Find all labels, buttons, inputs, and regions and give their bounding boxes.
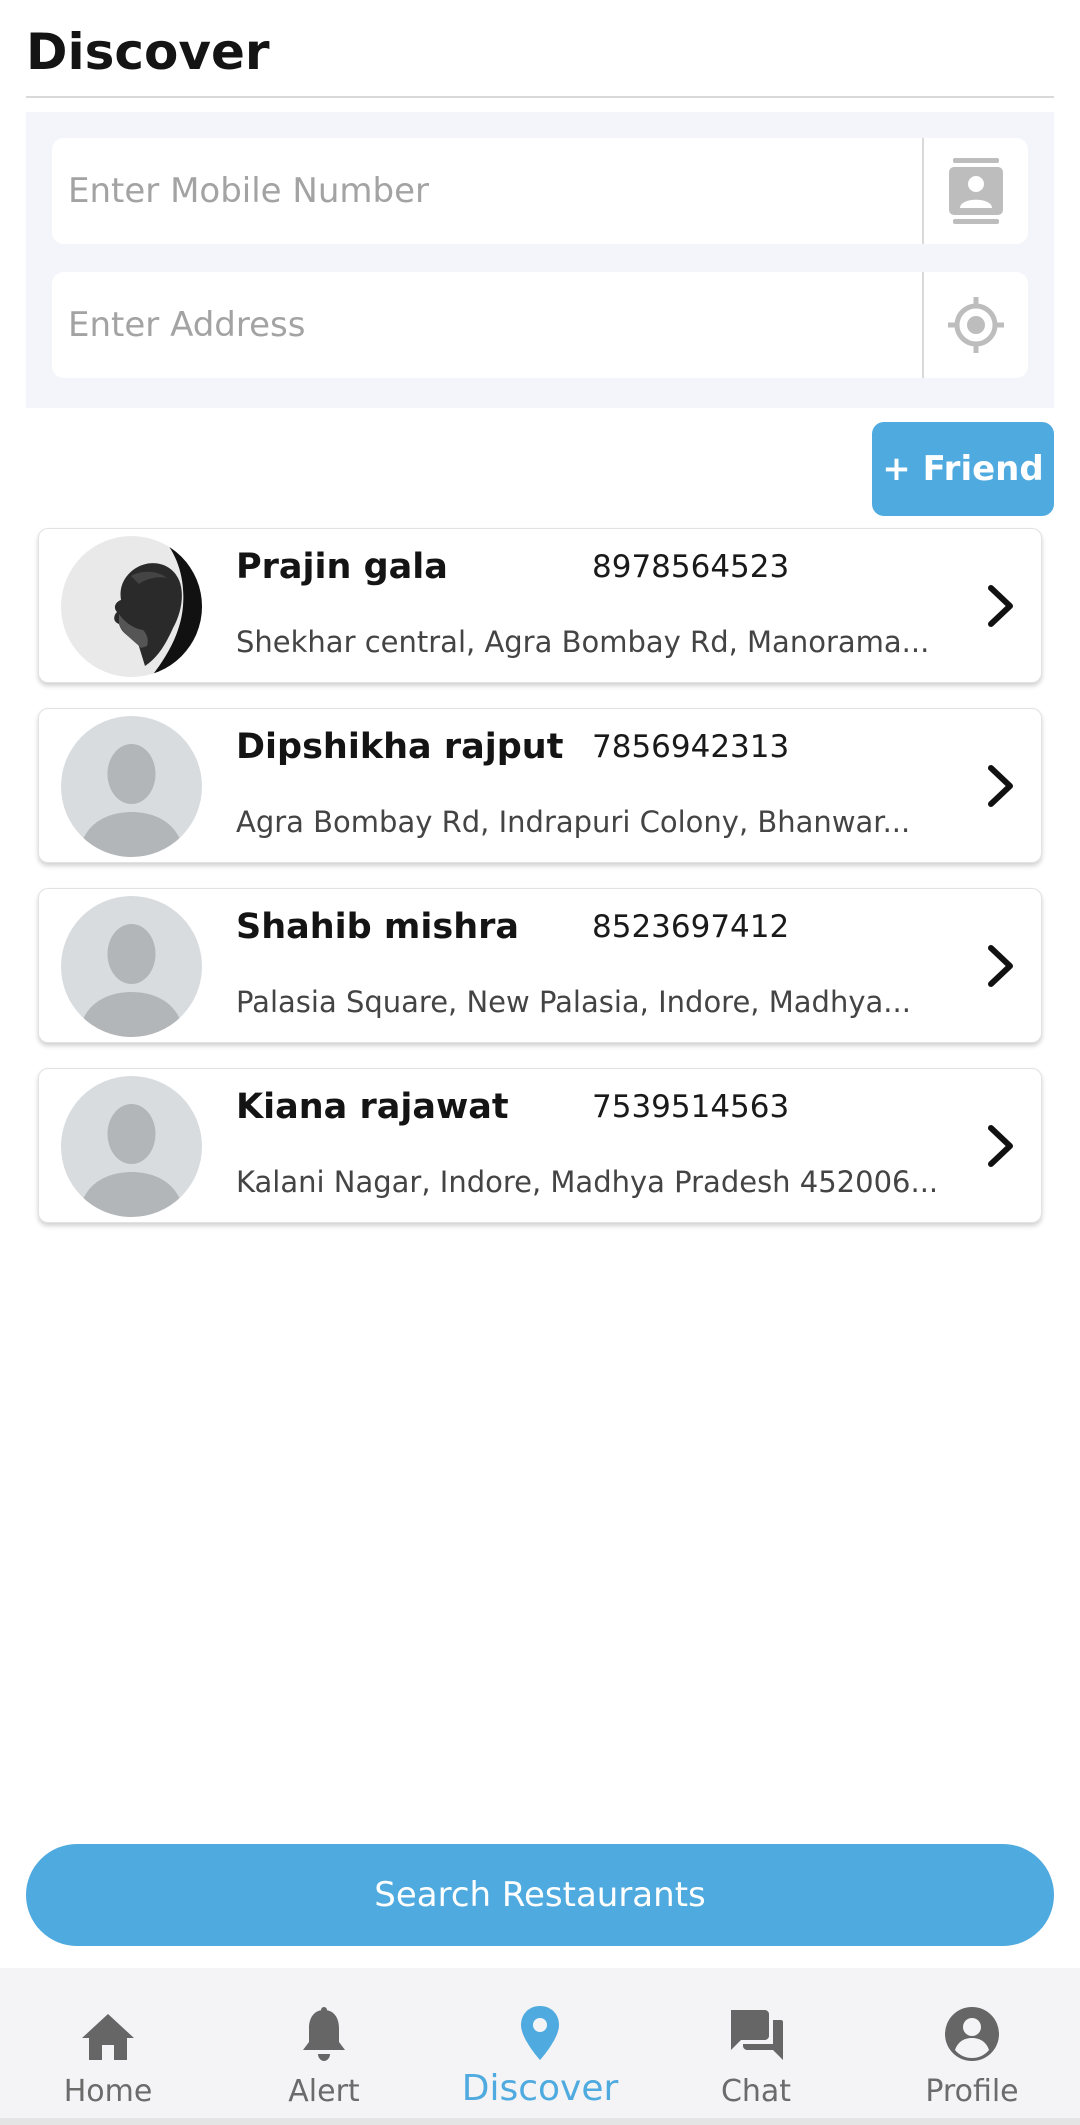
mobile-number-input[interactable] xyxy=(52,138,922,244)
page-title: Discover xyxy=(26,23,270,81)
tab-label: Discover xyxy=(461,2068,619,2109)
tab-chat[interactable]: Chat xyxy=(648,1968,864,2118)
contacts-button[interactable] xyxy=(922,138,1028,244)
tab-label: Profile xyxy=(925,2074,1019,2109)
chevron-right-icon xyxy=(979,939,1023,993)
default-avatar-icon xyxy=(61,716,202,857)
profile-icon xyxy=(945,2007,999,2061)
friend-card[interactable]: Kiana rajawat 7539514563 Kalani Nagar, I… xyxy=(38,1068,1042,1223)
friend-address: Shekhar central, Agra Bombay Rd, Manoram… xyxy=(236,625,930,659)
add-friend-button[interactable]: + Friend xyxy=(872,422,1054,516)
friend-card[interactable]: Prajin gala 8978564523 Shekhar central, … xyxy=(38,528,1042,683)
profile-photo xyxy=(61,536,202,677)
bell-icon xyxy=(303,2007,345,2061)
chat-icon xyxy=(731,2010,783,2060)
chevron-right-icon xyxy=(979,759,1023,813)
friend-address: Kalani Nagar, Indore, Madhya Pradesh 452… xyxy=(236,1165,939,1199)
bottom-divider xyxy=(0,2118,1080,2125)
search-panel xyxy=(26,112,1054,408)
avatar xyxy=(61,536,202,677)
contact-book-icon xyxy=(949,158,1003,224)
avatar xyxy=(61,716,202,857)
default-avatar-icon xyxy=(61,896,202,1037)
locate-target-icon xyxy=(948,297,1004,353)
friend-address: Agra Bombay Rd, Indrapuri Colony, Bhanwa… xyxy=(236,805,911,839)
friend-name: Dipshikha rajput xyxy=(236,727,564,767)
friend-address: Palasia Square, New Palasia, Indore, Mad… xyxy=(236,985,911,1019)
friend-name: Prajin gala xyxy=(236,547,448,587)
tab-alert[interactable]: Alert xyxy=(216,1968,432,2118)
friend-phone: 8523697412 xyxy=(592,909,790,945)
friend-phone: 7856942313 xyxy=(592,729,790,765)
chevron-right-icon xyxy=(979,1119,1023,1173)
default-avatar-icon xyxy=(61,1076,202,1217)
home-icon xyxy=(82,2014,134,2060)
bottom-tab-bar: Home Alert Discover Chat Profile xyxy=(0,1968,1080,2118)
tab-home[interactable]: Home xyxy=(0,1968,216,2118)
chevron-right-icon xyxy=(979,579,1023,633)
address-input[interactable] xyxy=(52,272,922,378)
header: Discover xyxy=(26,18,1054,98)
friend-card[interactable]: Shahib mishra 8523697412 Palasia Square,… xyxy=(38,888,1042,1043)
locate-button[interactable] xyxy=(922,272,1028,378)
mobile-field xyxy=(52,138,1028,244)
tab-profile[interactable]: Profile xyxy=(864,1968,1080,2118)
friend-name: Shahib mishra xyxy=(236,907,519,947)
friend-phone: 8978564523 xyxy=(592,549,790,585)
friend-name: Kiana rajawat xyxy=(236,1087,509,1127)
tab-label: Alert xyxy=(288,2074,360,2109)
address-field xyxy=(52,272,1028,378)
friend-phone: 7539514563 xyxy=(592,1089,790,1125)
tab-label: Chat xyxy=(720,2074,792,2109)
avatar xyxy=(61,896,202,1037)
map-pin-icon xyxy=(521,2006,559,2060)
tab-discover[interactable]: Discover xyxy=(432,1968,648,2118)
avatar xyxy=(61,1076,202,1217)
friend-card[interactable]: Dipshikha rajput 7856942313 Agra Bombay … xyxy=(38,708,1042,863)
search-restaurants-button[interactable]: Search Restaurants xyxy=(26,1844,1054,1946)
tab-label: Home xyxy=(63,2074,153,2109)
